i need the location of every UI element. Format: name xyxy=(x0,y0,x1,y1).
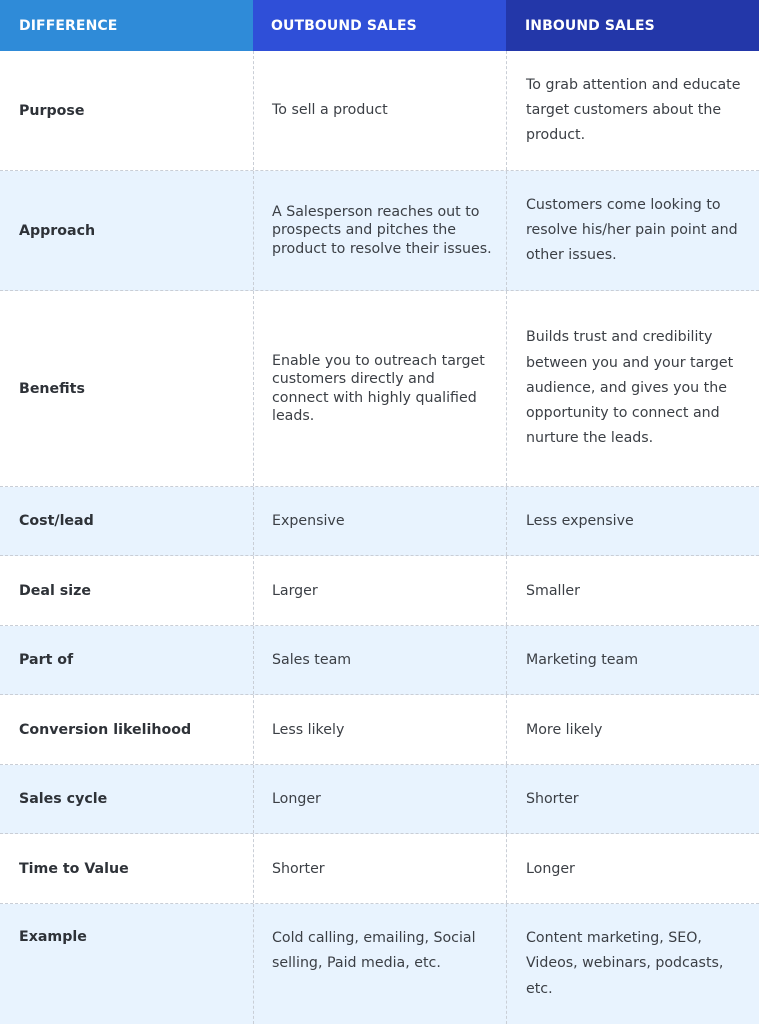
table-row-cost-per-lead: Cost/lead Expensive Less expensive xyxy=(0,487,759,556)
header-difference: DIFFERENCE xyxy=(0,0,253,51)
table-header: DIFFERENCE OUTBOUND SALES INBOUND SALES xyxy=(0,0,759,51)
row-label: Time to Value xyxy=(19,860,129,877)
row-label: Purpose xyxy=(19,102,85,119)
row-label: Approach xyxy=(19,222,96,239)
header-outbound-sales: OUTBOUND SALES xyxy=(253,0,506,51)
row-label: Benefits xyxy=(19,380,85,397)
table-row-sales-cycle: Sales cycle Longer Shorter xyxy=(0,765,759,834)
row-label: Sales cycle xyxy=(19,791,108,807)
inbound-cell: To grab attention and educate target cus… xyxy=(506,51,759,170)
outbound-cell: A Salesperson reaches out to prospects a… xyxy=(253,171,506,290)
inbound-cell: Content marketing, SEO, Videos, webinars… xyxy=(506,904,759,1024)
row-label: Conversion likelihood xyxy=(19,721,192,738)
outbound-cell: Cold calling, emailing, Social selling, … xyxy=(253,904,506,1024)
outbound-cell: To sell a product xyxy=(253,51,506,170)
row-label: Deal size xyxy=(19,582,91,599)
table-row-example: Example Cold calling, emailing, Social s… xyxy=(0,904,759,1024)
table-row-approach: Approach A Salesperson reaches out to pr… xyxy=(0,171,759,291)
table-row-deal-size: Deal size Larger Smaller xyxy=(0,556,759,626)
inbound-cell: More likely xyxy=(506,695,759,764)
inbound-cell: Marketing team xyxy=(506,626,759,694)
table-row-benefits: Benefits Enable you to outreach target c… xyxy=(0,291,759,487)
table-row-part-of: Part of Sales team Marketing team xyxy=(0,626,759,695)
outbound-cell: Less likely xyxy=(253,695,506,764)
comparison-table: DIFFERENCE OUTBOUND SALES INBOUND SALES … xyxy=(0,0,759,1024)
outbound-cell: Enable you to outreach target customers … xyxy=(253,291,506,486)
table-row-purpose: Purpose To sell a product To grab attent… xyxy=(0,51,759,171)
header-inbound-sales: INBOUND SALES xyxy=(506,0,759,51)
outbound-cell: Expensive xyxy=(253,487,506,555)
outbound-cell: Longer xyxy=(253,765,506,833)
outbound-cell: Shorter xyxy=(253,834,506,903)
table-row-conversion-likelihood: Conversion likelihood Less likely More l… xyxy=(0,695,759,765)
row-label: Example xyxy=(19,929,87,945)
row-label: Part of xyxy=(19,652,74,668)
inbound-cell: Shorter xyxy=(506,765,759,833)
table-row-time-to-value: Time to Value Shorter Longer xyxy=(0,834,759,904)
row-label: Cost/lead xyxy=(19,513,94,529)
inbound-cell: Customers come looking to resolve his/he… xyxy=(506,171,759,290)
inbound-cell: Smaller xyxy=(506,556,759,625)
inbound-cell: Builds trust and credibility between you… xyxy=(506,291,759,486)
inbound-cell: Less expensive xyxy=(506,487,759,555)
inbound-cell: Longer xyxy=(506,834,759,903)
outbound-cell: Sales team xyxy=(253,626,506,694)
outbound-cell: Larger xyxy=(253,556,506,625)
